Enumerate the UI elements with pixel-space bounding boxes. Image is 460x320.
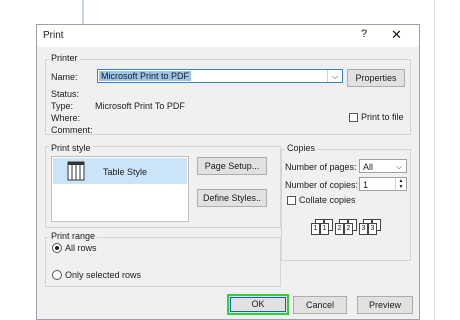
collate-page: 1 [311, 223, 320, 235]
print-to-file-label: Print to file [361, 112, 404, 122]
dialog-title: Print [43, 30, 64, 41]
collate-page: 1 [320, 223, 329, 235]
where-label: Where: [51, 113, 81, 123]
num-pages-dropdown[interactable]: All ⌵ [359, 159, 407, 173]
all-rows-label: All rows [65, 243, 97, 253]
help-icon[interactable]: ? [361, 28, 367, 40]
printer-name-value: Microsoft Print to PDF [99, 71, 192, 81]
title-bar: Print ? ✕ [37, 25, 419, 47]
printer-section-label: Printer [49, 53, 80, 63]
print-dialog: Print ? ✕ Printer Name: Microsoft Print … [36, 24, 420, 320]
selected-rows-label: Only selected rows [65, 270, 142, 280]
status-label: Status: [51, 89, 80, 99]
collate-page: 3 [368, 223, 377, 235]
all-rows-radio[interactable] [52, 243, 62, 253]
preview-button[interactable]: Preview [357, 296, 413, 314]
spin-down-icon[interactable]: ▼ [395, 184, 406, 190]
print-to-file-checkbox[interactable] [349, 113, 358, 122]
collate-illustration: 1 1 2 2 3 3 [307, 217, 387, 247]
print-style-section-label: Print style [49, 143, 93, 153]
collate-label: Collate copies [299, 195, 356, 205]
properties-button[interactable]: Properties [347, 69, 405, 87]
name-label: Name: [51, 72, 78, 82]
selected-rows-radio[interactable] [52, 270, 62, 280]
collate-page: 2 [335, 223, 344, 235]
print-style-list: Table Style [51, 156, 189, 222]
collate-page: 2 [344, 223, 353, 235]
collate-checkbox[interactable] [287, 196, 296, 205]
type-value: Microsoft Print To PDF [95, 101, 185, 111]
copies-section-label: Copies [285, 143, 318, 153]
table-style-icon [67, 161, 85, 181]
num-copies-value: 1 [363, 180, 369, 190]
printer-name-dropdown[interactable]: Microsoft Print to PDF ⌵ [97, 69, 343, 83]
num-pages-label: Number of pages: [285, 162, 357, 172]
ok-button[interactable]: OK [227, 294, 289, 315]
cancel-button[interactable]: Cancel [293, 296, 347, 314]
list-item[interactable]: Table Style [53, 158, 187, 184]
chevron-down-icon[interactable]: ⌵ [327, 70, 342, 82]
type-label: Type: [51, 101, 74, 111]
chevron-down-icon[interactable]: ⌵ [392, 160, 406, 172]
close-icon[interactable]: ✕ [391, 27, 402, 43]
print-range-section-label: Print range [49, 231, 98, 241]
page-setup-button[interactable]: Page Setup... [197, 157, 267, 175]
comment-label: Comment: [51, 125, 93, 135]
define-styles-button[interactable]: Define Styles.. [197, 189, 267, 207]
num-copies-label: Number of copies: [285, 180, 359, 190]
num-copies-stepper[interactable]: 1 ▲ ▼ [359, 177, 407, 191]
collate-page: 3 [359, 223, 368, 235]
list-item-label: Table Style [103, 167, 148, 177]
num-pages-value: All [363, 162, 374, 172]
background-line-right [434, 0, 435, 320]
